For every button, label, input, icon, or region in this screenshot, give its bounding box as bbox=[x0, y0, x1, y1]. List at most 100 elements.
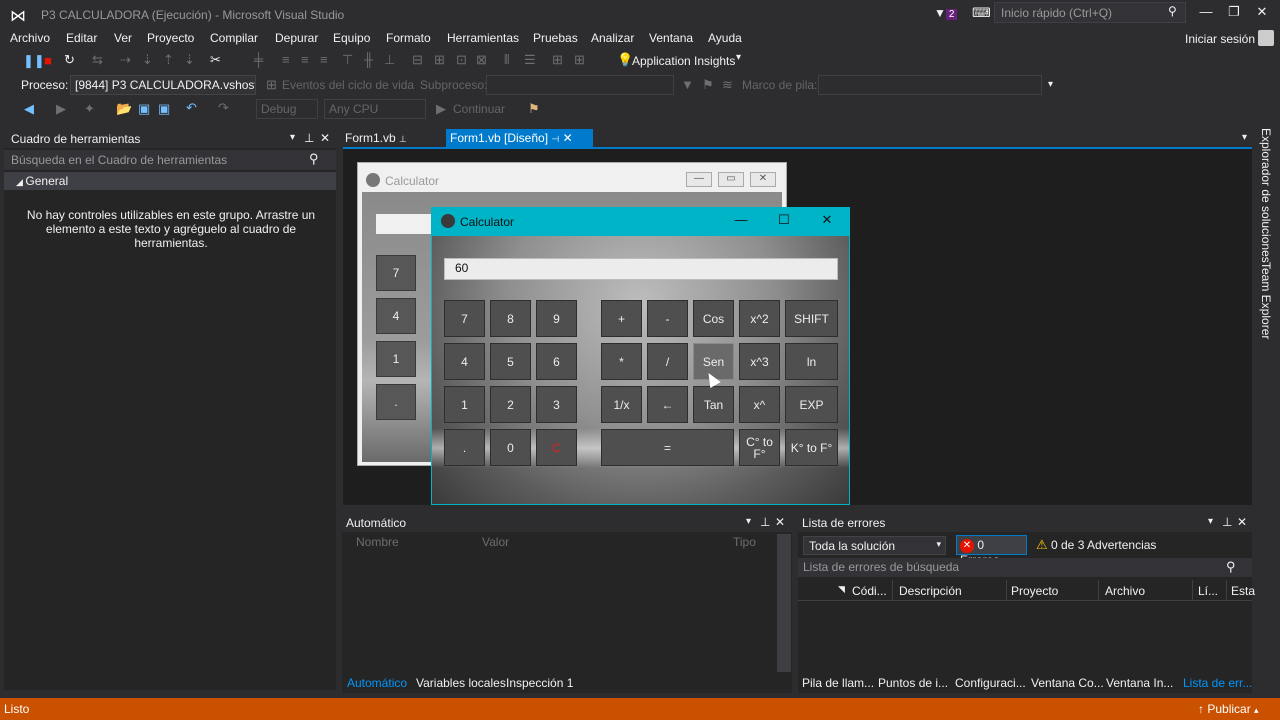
tab-exception-settings[interactable]: Configuraci... bbox=[955, 676, 1026, 690]
key-multiply[interactable]: * bbox=[601, 343, 642, 380]
key-9[interactable]: 9 bbox=[536, 300, 577, 337]
autos-pin-icon[interactable]: ⊥ bbox=[760, 515, 770, 529]
search-icon[interactable]: ⚲ bbox=[1168, 4, 1177, 18]
same-size-icon[interactable]: ⊡ bbox=[456, 52, 467, 68]
step-into-icon[interactable]: ⇢ bbox=[120, 52, 131, 68]
stop-icon[interactable]: ■ bbox=[44, 53, 52, 68]
center-vertically-icon[interactable]: ⊞ bbox=[574, 52, 585, 68]
open-file-icon[interactable]: 📂 bbox=[116, 101, 132, 117]
align-top-icon[interactable]: ⊤ bbox=[342, 52, 353, 68]
menu-ventana[interactable]: Ventana bbox=[649, 31, 693, 45]
tab-overflow-icon[interactable]: ▾ bbox=[1242, 132, 1247, 143]
align-bottom-icon[interactable]: ⊥ bbox=[384, 52, 395, 68]
key-inverse[interactable]: 1/x bbox=[601, 386, 642, 423]
align-right-icon[interactable]: ≡ bbox=[320, 52, 328, 67]
horizontal-spacing-icon[interactable]: ⫴ bbox=[504, 52, 509, 68]
key-plus[interactable]: + bbox=[601, 300, 642, 337]
key-2[interactable]: 2 bbox=[490, 386, 531, 423]
key-cube[interactable]: x^3 bbox=[739, 343, 780, 380]
save-icon[interactable]: ▣ bbox=[138, 101, 150, 117]
tab-form1-design[interactable]: Form1.vb [Diseño] ⊣ ✕ bbox=[446, 129, 593, 148]
menu-ver[interactable]: Ver bbox=[114, 31, 132, 45]
column-file[interactable]: Archivo bbox=[1105, 584, 1145, 598]
new-project-icon[interactable]: ✦ bbox=[84, 101, 95, 117]
key-square[interactable]: x^2 bbox=[739, 300, 780, 337]
calculator-maximize-button[interactable]: ☐ bbox=[769, 212, 799, 232]
key-power[interactable]: x^ bbox=[739, 386, 780, 423]
menu-compilar[interactable]: Compilar bbox=[210, 31, 258, 45]
step-over-icon[interactable]: ⇣ bbox=[142, 52, 153, 68]
lifecycle-events-button[interactable]: Eventos del ciclo de vida bbox=[282, 78, 414, 92]
continue-button[interactable]: Continuar bbox=[453, 102, 505, 116]
key-k-to-f[interactable]: K° to F° bbox=[785, 429, 838, 466]
autos-dropdown-icon[interactable]: ▾ bbox=[746, 516, 751, 527]
chevron-down-icon[interactable]: ▾ bbox=[736, 52, 741, 63]
design-key-4[interactable]: 4 bbox=[376, 298, 416, 334]
align-middle-icon[interactable]: ╫ bbox=[364, 52, 373, 67]
stack-frame-dropdown[interactable] bbox=[818, 75, 1042, 95]
pin-icon[interactable]: ⊣ bbox=[551, 134, 559, 144]
key-4[interactable]: 4 bbox=[444, 343, 485, 380]
error-list-dropdown-icon[interactable]: ▾ bbox=[1208, 516, 1213, 527]
column-code[interactable]: Códi... bbox=[852, 584, 887, 598]
error-list-pin-icon[interactable]: ⊥ bbox=[1222, 515, 1232, 529]
menu-formato[interactable]: Formato bbox=[386, 31, 431, 45]
warnings-filter-button[interactable]: ⚠ 0 de 3 Advertencias bbox=[1036, 537, 1156, 553]
key-6[interactable]: 6 bbox=[536, 343, 577, 380]
feedback-icon[interactable]: ⌨ bbox=[972, 5, 991, 21]
key-3[interactable]: 3 bbox=[536, 386, 577, 423]
key-shift[interactable]: SHIFT bbox=[785, 300, 838, 337]
tab-locals[interactable]: Variables locales bbox=[416, 676, 506, 690]
key-cos[interactable]: Cos bbox=[693, 300, 734, 337]
key-0[interactable]: 0 bbox=[490, 429, 531, 466]
key-dot[interactable]: . bbox=[444, 429, 485, 466]
tab-immediate-window[interactable]: Ventana In... bbox=[1106, 676, 1173, 690]
clear-button[interactable]: C bbox=[536, 429, 577, 466]
menu-depurar[interactable]: Depurar bbox=[275, 31, 318, 45]
menu-ayuda[interactable]: Ayuda bbox=[708, 31, 742, 45]
tab-autos[interactable]: Automático bbox=[347, 676, 407, 690]
menu-proyecto[interactable]: Proyecto bbox=[147, 31, 194, 45]
publish-button[interactable]: ↑ Publicar ▴ bbox=[1198, 702, 1259, 716]
step-icon[interactable]: ⇣ bbox=[184, 52, 195, 68]
center-horizontally-icon[interactable]: ⊞ bbox=[552, 52, 563, 68]
key-equals[interactable]: = bbox=[601, 429, 734, 466]
back-icon[interactable]: ◀ bbox=[24, 101, 34, 117]
calculator-display[interactable]: 60 bbox=[444, 258, 838, 280]
menu-editar[interactable]: Editar bbox=[66, 31, 97, 45]
size-to-grid-icon[interactable]: ⊠ bbox=[476, 52, 487, 68]
menu-analizar[interactable]: Analizar bbox=[591, 31, 634, 45]
key-8[interactable]: 8 bbox=[490, 300, 531, 337]
design-key-7[interactable]: 7 bbox=[376, 255, 416, 291]
column-type[interactable]: Tipo bbox=[733, 535, 756, 549]
key-backspace[interactable]: ← bbox=[647, 386, 688, 423]
column-name[interactable]: Nombre bbox=[356, 535, 399, 549]
autos-scrollbar[interactable] bbox=[777, 534, 791, 672]
sign-in-link[interactable]: Iniciar sesión bbox=[1185, 32, 1255, 46]
team-explorer-tab[interactable]: Team Explorer bbox=[1259, 262, 1273, 339]
error-list-close-icon[interactable]: ✕ bbox=[1237, 515, 1247, 529]
align-left-icon[interactable]: ≡ bbox=[282, 52, 290, 67]
find-icon[interactable]: ⚑ bbox=[528, 101, 540, 117]
platform-dropdown[interactable]: Any CPU bbox=[324, 99, 426, 119]
menu-pruebas[interactable]: Pruebas bbox=[533, 31, 578, 45]
redo-icon[interactable]: ↷ bbox=[218, 100, 229, 116]
toolbar-options-icon[interactable]: ▾ bbox=[1048, 79, 1053, 90]
pin-icon[interactable]: ⊥ bbox=[399, 134, 407, 144]
minimize-button[interactable]: — bbox=[1194, 4, 1218, 22]
menu-archivo[interactable]: Archivo bbox=[10, 31, 50, 45]
same-height-icon[interactable]: ⊞ bbox=[434, 52, 445, 68]
autos-close-icon[interactable]: ✕ bbox=[775, 515, 785, 529]
tab-breakpoints[interactable]: Puntos de i... bbox=[878, 676, 948, 690]
search-icon[interactable]: ⚲ bbox=[309, 151, 319, 167]
menu-equipo[interactable]: Equipo bbox=[333, 31, 370, 45]
key-tan[interactable]: Tan bbox=[693, 386, 734, 423]
show-next-statement-icon[interactable]: ⇆ bbox=[92, 52, 103, 68]
tab-watch-1[interactable]: Inspección 1 bbox=[506, 676, 573, 690]
subprocess-dropdown[interactable] bbox=[486, 75, 674, 95]
forward-icon[interactable]: ▶ bbox=[56, 101, 66, 117]
account-icon[interactable] bbox=[1258, 30, 1274, 46]
align-icon[interactable]: ╪ bbox=[254, 52, 263, 67]
key-1[interactable]: 1 bbox=[444, 386, 485, 423]
notifications-button[interactable]: ▼ 2 bbox=[934, 6, 958, 20]
